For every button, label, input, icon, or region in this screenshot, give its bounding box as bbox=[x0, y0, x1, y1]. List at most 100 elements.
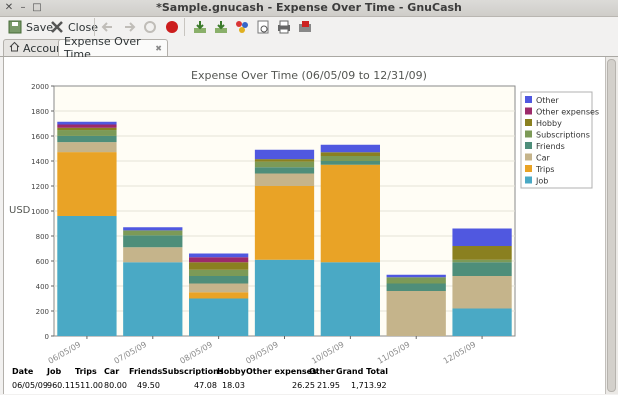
col-friends: Friends bbox=[129, 367, 163, 376]
y-tick-label: 1000 bbox=[31, 208, 49, 216]
col-date: Date bbox=[12, 367, 34, 376]
y-tick-label: 400 bbox=[36, 283, 49, 291]
x-tick-label: 09/05/09 bbox=[244, 340, 280, 366]
legend-swatch bbox=[525, 153, 532, 161]
bar-segment bbox=[386, 277, 446, 284]
bar-segment bbox=[57, 152, 117, 216]
legend-box bbox=[520, 91, 593, 189]
x-tick-label: 10/05/09 bbox=[310, 340, 346, 366]
cell-trips: 511.00 bbox=[75, 381, 103, 390]
y-tick-label: 2000 bbox=[31, 83, 49, 91]
bar-segment bbox=[189, 262, 249, 270]
col-job: Job bbox=[47, 367, 62, 376]
bar-segment bbox=[57, 130, 117, 136]
y-tick-label: 1600 bbox=[31, 133, 49, 141]
bar-segment bbox=[123, 262, 183, 336]
x-tick-label: 07/05/09 bbox=[113, 340, 149, 366]
bar-segment bbox=[320, 161, 380, 165]
bar-segment bbox=[452, 246, 512, 260]
legend-swatch bbox=[525, 96, 532, 103]
y-tick-label: 0 bbox=[45, 333, 49, 341]
legend-label: Friends bbox=[536, 142, 565, 151]
bar-segment bbox=[452, 228, 512, 246]
bar-segment bbox=[189, 298, 249, 336]
bar-segment bbox=[452, 259, 512, 263]
bar-segment bbox=[254, 173, 315, 186]
legend-label: Subscriptions bbox=[536, 131, 590, 140]
bar-segment bbox=[123, 227, 183, 231]
bar-segment bbox=[254, 186, 315, 260]
bar-segment bbox=[452, 262, 512, 276]
bar-segment bbox=[386, 274, 446, 278]
legend-label: Trips bbox=[535, 165, 554, 174]
bar-segment bbox=[57, 124, 117, 128]
legend-swatch bbox=[525, 107, 532, 115]
bar-segment bbox=[57, 135, 117, 143]
x-tick-label: 08/05/09 bbox=[178, 340, 214, 366]
bar-segment bbox=[254, 159, 315, 162]
bar-segment bbox=[320, 164, 380, 263]
bar-segment bbox=[320, 144, 380, 153]
cell-hobby: 18.03 bbox=[222, 381, 245, 390]
col-car: Car bbox=[104, 367, 120, 376]
col-grand-total: Grand Total bbox=[336, 367, 388, 376]
cell-subscriptions: 47.08 bbox=[194, 381, 217, 390]
bar-segment bbox=[320, 156, 380, 161]
bar-segment bbox=[57, 142, 117, 153]
y-tick-label: 1400 bbox=[31, 158, 49, 166]
chart: 0 200 400 600 800 1000 1200 1400 1600 1800 2000 06/… bbox=[31, 83, 599, 366]
cell-friends: 49.50 bbox=[137, 381, 160, 390]
legend-swatch bbox=[525, 176, 532, 184]
bar-segment bbox=[320, 152, 380, 156]
legend-swatch bbox=[525, 142, 532, 149]
bar-segment bbox=[123, 230, 183, 236]
legend-label: Other expenses bbox=[536, 108, 599, 117]
bar-segment bbox=[254, 161, 315, 168]
legend-label: Job bbox=[535, 177, 548, 186]
col-subscriptions: Subscriptions bbox=[162, 367, 224, 376]
y-tick-label: 1200 bbox=[31, 183, 49, 191]
bar-segment bbox=[254, 259, 315, 336]
bar-segment bbox=[320, 262, 380, 336]
legend-label: Hobby bbox=[536, 119, 562, 128]
bar-segment bbox=[254, 167, 315, 174]
y-tick-label: 1800 bbox=[31, 108, 49, 116]
cell-other: 21.95 bbox=[317, 381, 340, 390]
bar-segment bbox=[452, 308, 512, 336]
bar-segment bbox=[386, 291, 446, 336]
bar-segment bbox=[189, 283, 249, 293]
col-other-expenses: Other expenses bbox=[246, 367, 317, 376]
bar-segment bbox=[189, 276, 249, 284]
y-tick-label: 200 bbox=[36, 308, 49, 316]
y-tick-label: 600 bbox=[36, 258, 49, 266]
x-tick-label: 11/05/09 bbox=[376, 340, 412, 366]
bar-segment bbox=[189, 292, 249, 299]
col-hobby: Hobby bbox=[217, 367, 246, 376]
x-tick-label: 12/05/09 bbox=[442, 340, 478, 366]
cell-job: 960.11 bbox=[47, 381, 75, 390]
legend-label: Car bbox=[536, 154, 550, 163]
legend-swatch bbox=[525, 165, 532, 172]
bar-segment bbox=[123, 235, 183, 248]
bar-segment bbox=[386, 283, 446, 291]
bar-segment bbox=[189, 269, 249, 276]
cell-date: 06/05/09 bbox=[12, 381, 48, 390]
bar-segment bbox=[123, 247, 183, 263]
y-tick-label: 800 bbox=[36, 233, 49, 241]
bar-segment bbox=[189, 253, 249, 258]
cell-other-expenses: 26.25 bbox=[292, 381, 315, 390]
bar-segment bbox=[452, 276, 512, 309]
legend-swatch bbox=[525, 130, 532, 138]
cell-grand-total: 1,713.92 bbox=[351, 381, 387, 390]
x-tick-label: 06/05/09 bbox=[47, 340, 83, 366]
bar-segment bbox=[57, 127, 117, 131]
bar-segment bbox=[254, 149, 315, 160]
bar-segment bbox=[189, 257, 249, 263]
legend-swatch bbox=[525, 119, 532, 126]
legend-label: Other bbox=[536, 96, 559, 105]
bar-segment bbox=[57, 215, 117, 336]
col-trips: Trips bbox=[75, 367, 97, 376]
col-other: Other bbox=[309, 367, 335, 376]
cell-car: 80.00 bbox=[104, 381, 127, 390]
bar-segment bbox=[57, 121, 117, 125]
